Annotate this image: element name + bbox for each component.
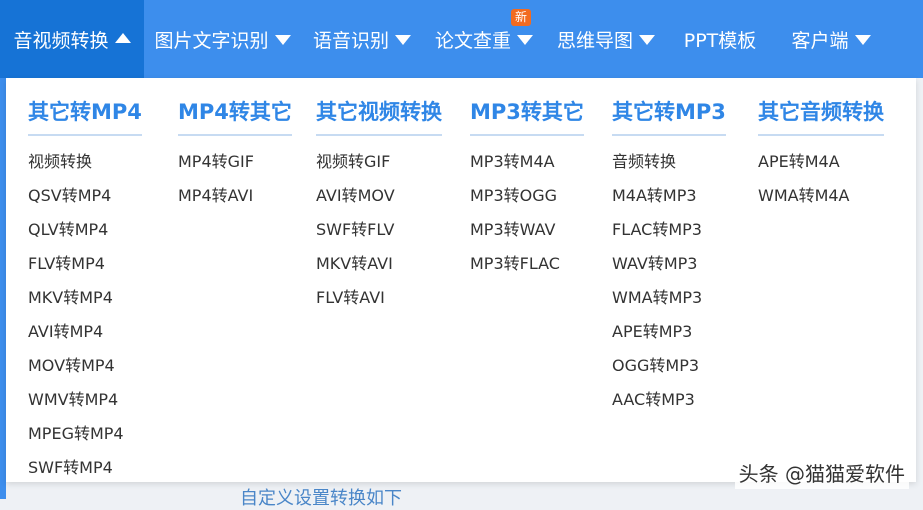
menu-link[interactable]: FLV转MP4: [28, 247, 142, 281]
menu-column-other-video: 其它视频转换 视频转GIF AVI转MOV SWF转FLV MKV转AVI FL…: [316, 96, 442, 315]
menu-column-other-audio: 其它音频转换 APE转M4A WMA转M4A: [758, 96, 884, 213]
nav-mind-map[interactable]: 思维导图: [545, 0, 667, 78]
chevron-down-icon: [395, 35, 411, 45]
column-header: MP4转其它: [178, 96, 292, 136]
menu-link[interactable]: APE转M4A: [758, 145, 884, 179]
menu-link[interactable]: 视频转GIF: [316, 145, 442, 179]
menu-column-to-mp3: 其它转MP3 音频转换 M4A转MP3 FLAC转MP3 WAV转MP3 WMA…: [612, 96, 726, 417]
nav-speech-recognition[interactable]: 语音识别: [301, 0, 423, 78]
menu-link[interactable]: SWF转FLV: [316, 213, 442, 247]
menu-link[interactable]: FLV转AVI: [316, 281, 442, 315]
menu-link[interactable]: QLV转MP4: [28, 213, 142, 247]
nav-label: 音视频转换: [13, 29, 109, 52]
menu-link[interactable]: AVI转MP4: [28, 315, 142, 349]
nav-label: 论文查重: [434, 29, 511, 52]
background-page-text: 自定义设置转换如下: [240, 488, 402, 509]
top-navbar: 音视频转换 图片文字识别 语音识别 论文查重 新 思维导图 PPT模板 客户端: [0, 0, 923, 78]
menu-link[interactable]: MP3转M4A: [470, 145, 584, 179]
menu-link[interactable]: MPEG转MP4: [28, 417, 142, 451]
menu-link[interactable]: MKV转MP4: [28, 281, 142, 315]
column-header: 其它音频转换: [758, 96, 884, 136]
menu-link[interactable]: 视频转换: [28, 145, 142, 179]
menu-link[interactable]: MKV转AVI: [316, 247, 442, 281]
nav-image-ocr[interactable]: 图片文字识别: [144, 0, 301, 78]
nav-label: 图片文字识别: [154, 29, 269, 52]
nav-ppt-templates[interactable]: PPT模板: [667, 0, 773, 78]
nav-audio-video-convert[interactable]: 音视频转换: [0, 0, 144, 78]
column-header: 其它视频转换: [316, 96, 442, 136]
menu-link[interactable]: M4A转MP3: [612, 179, 726, 213]
menu-link[interactable]: FLAC转MP3: [612, 213, 726, 247]
menu-link[interactable]: WMA转MP3: [612, 281, 726, 315]
column-header: MP3转其它: [470, 96, 584, 136]
menu-link[interactable]: MP4转GIF: [178, 145, 292, 179]
nav-client[interactable]: 客户端: [773, 0, 889, 78]
menu-link[interactable]: QSV转MP4: [28, 179, 142, 213]
nav-label: PPT模板: [683, 29, 757, 52]
chevron-up-icon: [114, 33, 131, 43]
menu-column-mp3-to: MP3转其它 MP3转M4A MP3转OGG MP3转WAV MP3转FLAC: [470, 96, 584, 281]
menu-link[interactable]: MP3转OGG: [470, 179, 584, 213]
nav-label: 语音识别: [312, 29, 389, 52]
menu-link[interactable]: MP4转AVI: [178, 179, 292, 213]
column-header: 其它转MP3: [612, 96, 726, 136]
column-list: 音频转换 M4A转MP3 FLAC转MP3 WAV转MP3 WMA转MP3 AP…: [612, 145, 726, 417]
menu-column-mp4-to: MP4转其它 MP4转GIF MP4转AVI: [178, 96, 292, 213]
watermark-text: 头条 @猫猫爱软件: [734, 456, 909, 489]
column-header: 其它转MP4: [28, 96, 142, 136]
chevron-down-icon: [639, 35, 655, 45]
menu-link[interactable]: MP3转FLAC: [470, 247, 584, 281]
new-badge: 新: [511, 9, 532, 26]
column-list: MP4转GIF MP4转AVI: [178, 145, 292, 213]
convert-dropdown-menu: 其它转MP4 视频转换 QSV转MP4 QLV转MP4 FLV转MP4 MKV转…: [6, 78, 916, 482]
nav-label: 客户端: [791, 29, 849, 52]
chevron-down-icon: [274, 35, 291, 45]
column-list: APE转M4A WMA转M4A: [758, 145, 884, 213]
chevron-down-icon: [854, 35, 871, 45]
column-list: 视频转换 QSV转MP4 QLV转MP4 FLV转MP4 MKV转MP4 AVI…: [28, 145, 142, 485]
menu-link[interactable]: 音频转换: [612, 145, 726, 179]
nav-label: 思维导图: [556, 29, 633, 52]
menu-link[interactable]: MOV转MP4: [28, 349, 142, 383]
menu-link[interactable]: MP3转WAV: [470, 213, 584, 247]
nav-paper-check[interactable]: 论文查重 新: [423, 0, 545, 78]
column-list: MP3转M4A MP3转OGG MP3转WAV MP3转FLAC: [470, 145, 584, 281]
menu-link[interactable]: AVI转MOV: [316, 179, 442, 213]
menu-link[interactable]: SWF转MP4: [28, 451, 142, 485]
menu-link[interactable]: AAC转MP3: [612, 383, 726, 417]
menu-link[interactable]: WAV转MP3: [612, 247, 726, 281]
chevron-down-icon: [517, 35, 533, 45]
column-list: 视频转GIF AVI转MOV SWF转FLV MKV转AVI FLV转AVI: [316, 145, 442, 315]
menu-column-to-mp4: 其它转MP4 视频转换 QSV转MP4 QLV转MP4 FLV转MP4 MKV转…: [28, 96, 142, 485]
menu-link[interactable]: OGG转MP3: [612, 349, 726, 383]
menu-link[interactable]: WMV转MP4: [28, 383, 142, 417]
menu-link[interactable]: APE转MP3: [612, 315, 726, 349]
menu-link[interactable]: WMA转M4A: [758, 179, 884, 213]
